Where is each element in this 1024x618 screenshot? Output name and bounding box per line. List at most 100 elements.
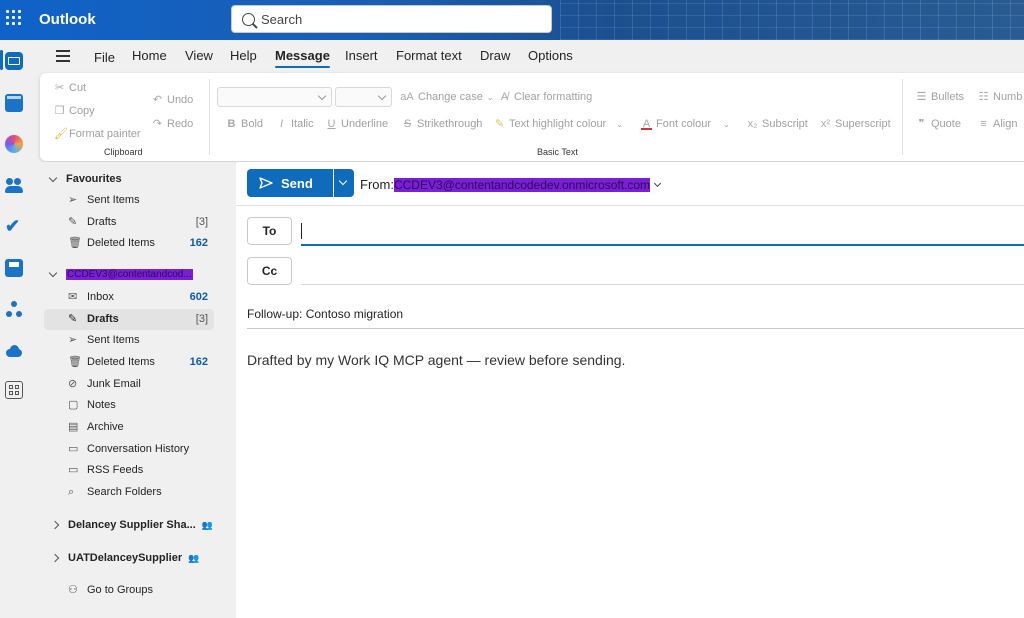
underline-button[interactable]: U Underline bbox=[326, 117, 389, 130]
folder-inbox[interactable]: ✉ Inbox 602 bbox=[44, 287, 214, 308]
tab-draw[interactable]: Draw bbox=[480, 48, 510, 63]
ribbon: ✂ Cut ❐ Copy 🖌 Format painter ↶ Undo ↷ R… bbox=[40, 73, 1024, 161]
trash-icon: 🗑 bbox=[68, 237, 82, 249]
send-icon: ➢ bbox=[68, 194, 78, 206]
chevron-down-icon[interactable] bbox=[654, 179, 662, 187]
superscript-label: Superscript bbox=[835, 118, 891, 130]
superscript-button[interactable]: x² Superscript bbox=[820, 118, 891, 130]
tab-home[interactable]: Home bbox=[132, 48, 167, 63]
numbering-icon: ☷ bbox=[978, 90, 989, 103]
compose-pane: Send From: CCDEV3@contentandcodedev.onmi… bbox=[236, 162, 1024, 618]
favourites-header[interactable]: Favourites bbox=[48, 173, 122, 185]
undo-button[interactable]: ↶ Undo bbox=[152, 94, 193, 106]
underline-icon: U bbox=[327, 117, 336, 130]
chevron-right-icon bbox=[50, 553, 60, 563]
format-painter-label: Format painter bbox=[69, 128, 141, 140]
font-colour-icon: A bbox=[641, 117, 652, 130]
onedrive-icon[interactable] bbox=[5, 343, 23, 361]
tab-options[interactable]: Options bbox=[528, 48, 573, 63]
header-banner-image bbox=[560, 0, 1024, 40]
numbering-button[interactable]: ☷ Numb bbox=[978, 90, 1023, 103]
to-button[interactable]: To bbox=[247, 217, 292, 245]
org-explorer-icon[interactable] bbox=[5, 300, 23, 318]
align-icon: ≡ bbox=[980, 117, 987, 130]
bullets-button[interactable]: ☰ Bullets bbox=[916, 91, 964, 103]
send-button[interactable]: Send bbox=[247, 169, 333, 197]
message-body[interactable]: Drafted by my Work IQ MCP agent — review… bbox=[247, 352, 625, 368]
superscript-icon: x² bbox=[820, 117, 831, 130]
mail-icon[interactable] bbox=[5, 52, 23, 70]
redo-button[interactable]: ↷ Redo bbox=[152, 118, 193, 130]
folder-rss-feeds[interactable]: ▭ RSS Feeds bbox=[44, 460, 214, 481]
align-button[interactable]: ≡ Align bbox=[978, 118, 1017, 130]
tab-view[interactable]: View bbox=[185, 48, 213, 63]
copy-label: Copy bbox=[69, 105, 95, 117]
subject-field[interactable]: Follow-up: Contoso migration bbox=[247, 307, 403, 321]
onedrive-save-icon[interactable] bbox=[5, 259, 23, 277]
divider bbox=[236, 205, 1024, 206]
folder-count: 602 bbox=[189, 291, 208, 303]
to-field[interactable] bbox=[301, 217, 1024, 246]
send-options-button[interactable] bbox=[334, 169, 354, 197]
group-delancey-supplier[interactable]: Delancey Supplier Sha... 👥 bbox=[50, 519, 213, 531]
todo-icon[interactable]: ✔ bbox=[5, 217, 23, 235]
folder-search-folders[interactable]: ⌕ Search Folders bbox=[44, 482, 214, 503]
strikethrough-button[interactable]: S Strikethrough bbox=[402, 118, 483, 130]
highlight-button[interactable]: ✎ Text highlight colour ⌄ bbox=[494, 118, 623, 130]
folder-sent-items[interactable]: ➢ Sent Items bbox=[44, 330, 214, 351]
font-colour-button[interactable]: A Font colour ⌄ bbox=[641, 118, 730, 130]
italic-button[interactable]: I Italic bbox=[276, 118, 314, 130]
font-family-dropdown[interactable] bbox=[217, 87, 332, 107]
app-launcher-icon[interactable] bbox=[6, 10, 22, 26]
change-case-icon: aA bbox=[400, 90, 414, 103]
hamburger-menu-icon[interactable] bbox=[56, 50, 70, 62]
clear-formatting-button[interactable]: A̸ Clear formatting bbox=[499, 91, 592, 103]
subscript-button[interactable]: x₂ Subscript bbox=[747, 118, 808, 130]
folder-label: Inbox bbox=[87, 291, 114, 303]
folder-junk-email[interactable]: ⊘ Junk Email bbox=[44, 374, 214, 395]
tab-format-text[interactable]: Format text bbox=[396, 48, 462, 63]
calendar-icon[interactable] bbox=[5, 94, 23, 112]
go-to-groups-link[interactable]: ⚇ Go to Groups bbox=[44, 580, 214, 601]
cut-button[interactable]: ✂ Cut bbox=[54, 82, 86, 94]
font-colour-label: Font colour bbox=[656, 118, 712, 130]
favourite-drafts[interactable]: ✎ Drafts [3] bbox=[44, 212, 214, 233]
undo-label: Undo bbox=[167, 94, 194, 106]
group-people-icon: 👥 bbox=[188, 552, 200, 563]
tab-message[interactable]: Message bbox=[275, 48, 330, 68]
underline-label: Underline bbox=[341, 118, 389, 130]
folder-pane: Favourites ➢ Sent Items ✎ Drafts [3] 🗑 D… bbox=[36, 162, 235, 618]
people-icon[interactable] bbox=[5, 176, 23, 194]
menu-bar: File Home View Help Message Insert Forma… bbox=[36, 40, 1024, 72]
tab-file[interactable]: File bbox=[94, 50, 115, 65]
favourite-deleted-items[interactable]: 🗑 Deleted Items 162 bbox=[44, 233, 214, 254]
font-size-dropdown[interactable] bbox=[335, 87, 392, 107]
cc-button[interactable]: Cc bbox=[247, 257, 292, 285]
more-apps-icon[interactable] bbox=[5, 381, 23, 399]
change-case-button[interactable]: aA Change case ⌄ bbox=[400, 90, 493, 103]
copilot-icon[interactable] bbox=[5, 135, 23, 153]
favourite-sent-items[interactable]: ➢ Sent Items bbox=[44, 190, 214, 211]
copy-button[interactable]: ❐ Copy bbox=[54, 105, 95, 117]
search-input[interactable]: Search bbox=[231, 5, 552, 33]
group-uat-delancey-supplier[interactable]: UATDelanceySupplier 👥 bbox=[50, 552, 200, 564]
folder-icon: ▭ bbox=[68, 464, 79, 476]
folder-conversation-history[interactable]: ▭ Conversation History bbox=[44, 439, 214, 460]
quote-button[interactable]: ❞ Quote bbox=[916, 118, 961, 130]
from-address[interactable]: CCDEV3@contentandcodedev.onmicrosoft.com bbox=[393, 177, 651, 192]
tab-help[interactable]: Help bbox=[230, 48, 257, 63]
bold-button[interactable]: B Bold bbox=[226, 118, 264, 130]
tab-insert[interactable]: Insert bbox=[345, 48, 378, 63]
folder-drafts[interactable]: ✎ Drafts [3] bbox=[44, 309, 214, 330]
folder-label: Deleted Items bbox=[87, 356, 155, 368]
folder-notes[interactable]: ▢ Notes bbox=[44, 395, 214, 416]
folder-archive[interactable]: ▤ Archive bbox=[44, 417, 214, 438]
account-header[interactable]: CCDEV3@contentandcod... bbox=[48, 268, 193, 280]
folder-deleted-items[interactable]: 🗑 Deleted Items 162 bbox=[44, 352, 214, 373]
chevron-right-icon bbox=[50, 520, 60, 530]
cc-field[interactable] bbox=[301, 257, 1024, 285]
clear-formatting-icon: A̸ bbox=[500, 90, 509, 103]
app-title[interactable]: Outlook bbox=[39, 11, 96, 28]
align-label: Align bbox=[993, 118, 1018, 130]
format-painter-button[interactable]: 🖌 Format painter bbox=[54, 128, 141, 140]
